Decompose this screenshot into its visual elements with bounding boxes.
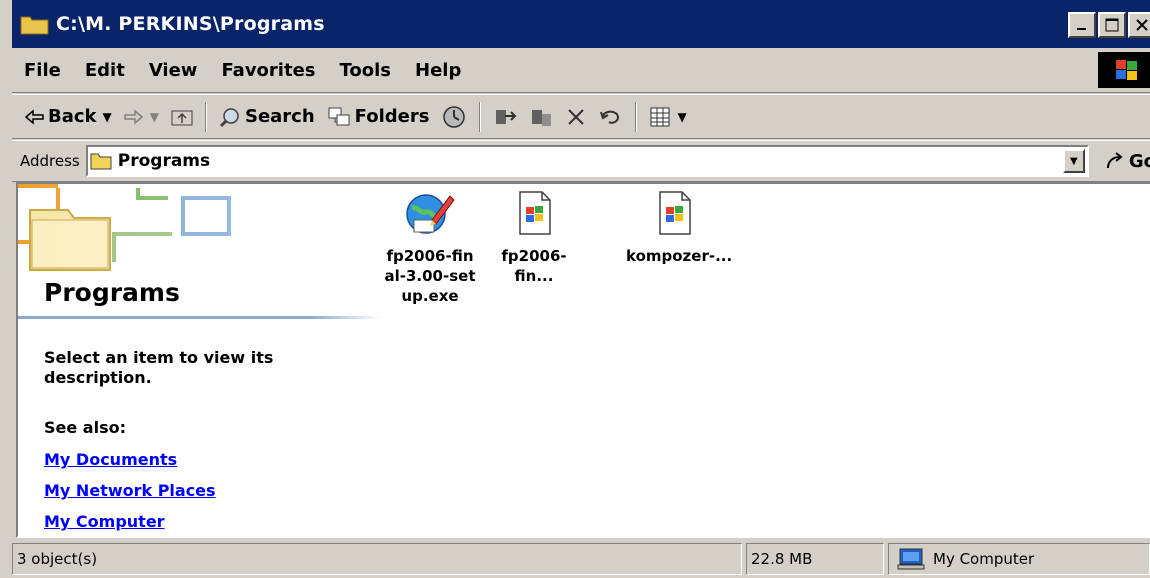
copy-to-icon: [532, 109, 552, 126]
chevron-down-icon[interactable]: ▼: [150, 110, 159, 124]
minimize-button[interactable]: [1068, 12, 1096, 38]
folders-label: Folders: [354, 106, 430, 127]
undo-button[interactable]: [593, 99, 629, 135]
close-icon: [1136, 19, 1148, 31]
menu-file[interactable]: File: [12, 60, 73, 81]
delete-icon: [568, 108, 585, 125]
link-my-computer[interactable]: My Computer: [44, 512, 165, 531]
maximize-icon: [1105, 18, 1119, 32]
folders-button[interactable]: Folders: [321, 99, 436, 135]
history-button[interactable]: [435, 99, 473, 135]
status-bar: 3 object(s) 22.8 MB My Computer: [12, 540, 1150, 578]
address-label: Address: [20, 152, 80, 170]
minimize-icon: [1077, 28, 1086, 30]
delete-button[interactable]: [559, 99, 593, 135]
file-list: fp2006-final-3.00-setup.exe fp2006-fin..…: [374, 184, 1150, 536]
menu-edit[interactable]: Edit: [73, 60, 137, 81]
zone-label: My Computer: [933, 550, 1035, 568]
move-to-icon: [496, 109, 517, 124]
explorer-window: C:\M. PERKINS\Programs File Edit View Fa…: [0, 0, 1150, 578]
undo-icon: [600, 110, 620, 124]
file-name: kompozer-...: [626, 247, 733, 265]
move-to-button[interactable]: [487, 99, 523, 135]
title-bar[interactable]: C:\M. PERKINS\Programs: [12, 0, 1150, 48]
link-my-network-places[interactable]: My Network Places: [44, 481, 216, 500]
go-label: Go: [1128, 150, 1150, 172]
maximize-button[interactable]: [1098, 12, 1126, 38]
back-button[interactable]: Back ▼: [18, 99, 118, 135]
menu-bar: File Edit View Favorites Tools Help: [12, 48, 1150, 93]
address-value: Programs: [117, 151, 211, 171]
windows-document-icon: [519, 191, 551, 235]
file-item[interactable]: kompozer-...: [626, 190, 733, 266]
folder-icon: [20, 16, 49, 35]
status-object-count: 3 object(s): [12, 543, 742, 575]
menu-favorites[interactable]: Favorites: [209, 60, 327, 81]
go-arrow-icon: [1106, 152, 1123, 169]
standard-toolbar: Back ▼ ▼ Search Folders ▼: [12, 94, 1150, 139]
file-name: fp2006-fin...: [501, 247, 567, 285]
status-zone: My Computer: [888, 543, 1150, 575]
search-button[interactable]: Search: [213, 99, 321, 135]
window-title: C:\M. PERKINS\Programs: [56, 13, 325, 35]
back-label: Back: [48, 106, 97, 127]
panel-description: Select an item to view its description.: [44, 348, 274, 387]
chevron-down-icon[interactable]: ▼: [103, 110, 112, 124]
forward-button[interactable]: ▼: [118, 99, 165, 135]
status-size: 22.8 MB: [746, 543, 884, 575]
webview-panel: Programs Select an item to view its desc…: [18, 184, 384, 536]
folder-view: Programs Select an item to view its desc…: [16, 182, 1150, 538]
file-item[interactable]: fp2006-fin...: [486, 190, 582, 286]
views-button[interactable]: ▼: [643, 99, 692, 135]
search-label: Search: [244, 106, 315, 127]
menu-tools[interactable]: Tools: [328, 60, 404, 81]
toolbar-separator: [635, 101, 638, 132]
see-also-heading: See also:: [44, 418, 126, 437]
menu-view[interactable]: View: [137, 60, 210, 81]
address-dropdown-button[interactable]: ▼: [1062, 149, 1085, 173]
up-folder-button[interactable]: [165, 99, 199, 135]
chevron-down-icon[interactable]: ▼: [677, 110, 686, 124]
history-icon: [443, 105, 466, 128]
up-folder-icon: [171, 110, 193, 125]
file-item[interactable]: fp2006-final-3.00-setup.exe: [382, 190, 478, 306]
windows-document-icon: [659, 191, 691, 235]
folders-icon: [328, 107, 350, 125]
my-computer-icon: [897, 548, 925, 570]
address-bar: Address Programs ▼ Go: [12, 140, 1150, 182]
menu-help[interactable]: Help: [403, 60, 473, 81]
forward-arrow-icon: [124, 108, 143, 125]
back-arrow-icon: [24, 108, 44, 125]
link-my-documents[interactable]: My Documents: [44, 450, 177, 469]
close-button[interactable]: [1128, 12, 1150, 38]
toolbar-separator: [204, 101, 207, 132]
windows-logo-icon: [1098, 52, 1150, 88]
divider: [18, 316, 382, 319]
folder-icon: [90, 153, 112, 170]
toolbar-separator: [479, 101, 482, 132]
go-button[interactable]: Go: [1105, 151, 1150, 172]
copy-to-button[interactable]: [523, 99, 559, 135]
file-name: fp2006-final-3.00-setup.exe: [384, 247, 476, 305]
views-icon: [650, 107, 670, 126]
search-icon: [219, 107, 239, 127]
panel-title: Programs: [44, 278, 180, 307]
address-field[interactable]: Programs ▼: [85, 145, 1089, 177]
installer-icon: [406, 194, 455, 234]
